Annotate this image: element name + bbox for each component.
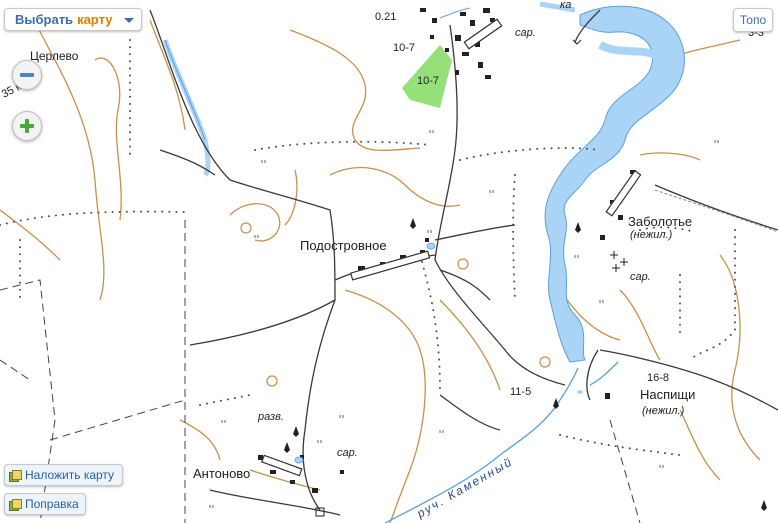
label-elev-115: 11-5 <box>510 386 531 398</box>
minus-icon <box>20 73 34 77</box>
map-canvas[interactable]: Церлево 35 к 0.21 10-7 10-7 сар. ка Подо… <box>0 0 778 523</box>
roads <box>149 9 778 516</box>
label-podostrovnoe: Подостровное <box>300 238 387 253</box>
label-naspishchi: Наспищи <box>640 387 695 402</box>
label-sar-top: сар. <box>515 27 536 39</box>
choose-map-button[interactable]: Выбрать карту <box>4 8 142 31</box>
label-elev-168: 16-8 <box>647 372 669 384</box>
topographic-map[interactable]: Церлево 35 к 0.21 10-7 10-7 сар. ка Подо… <box>0 0 778 523</box>
layers-icon <box>9 469 22 482</box>
choose-map-label-1: Выбрать <box>15 12 74 27</box>
label-antonovo: Антоново <box>193 466 250 481</box>
topo-label: Топо <box>739 13 767 27</box>
correction-button[interactable]: Поправка <box>4 493 86 515</box>
label-river-kamenny: руч. Каменный <box>414 454 516 521</box>
label-tserlevo: Церлево <box>30 49 79 63</box>
topo-layer-button[interactable]: Топо <box>733 8 773 32</box>
label-river-top: ка <box>560 0 571 11</box>
label-razv: разв. <box>257 411 284 423</box>
label-sar-bottom: сар. <box>337 447 358 459</box>
label-elev-021: 0.21 <box>375 11 396 23</box>
label-field-107: 10-7 <box>417 75 439 87</box>
overlay-map-button[interactable]: Наложить карту <box>4 464 123 486</box>
zoom-out-button[interactable] <box>12 60 42 90</box>
label-zabolotye-status: (нежил.) <box>630 229 673 241</box>
map-symbols <box>240 39 767 517</box>
label-zabolotye: Заболотье <box>628 214 692 229</box>
correction-label: Поправка <box>25 497 79 511</box>
zoom-in-button[interactable] <box>12 111 42 141</box>
label-sar-right: сар. <box>630 271 651 283</box>
label-elev-107: 10-7 <box>393 42 415 54</box>
layers-icon <box>9 498 22 511</box>
chevron-down-icon <box>124 18 134 23</box>
overlay-map-label: Наложить карту <box>25 468 115 482</box>
label-naspishchi-status: (нежил.) <box>642 405 685 417</box>
choose-map-label-2: карту <box>77 12 113 27</box>
